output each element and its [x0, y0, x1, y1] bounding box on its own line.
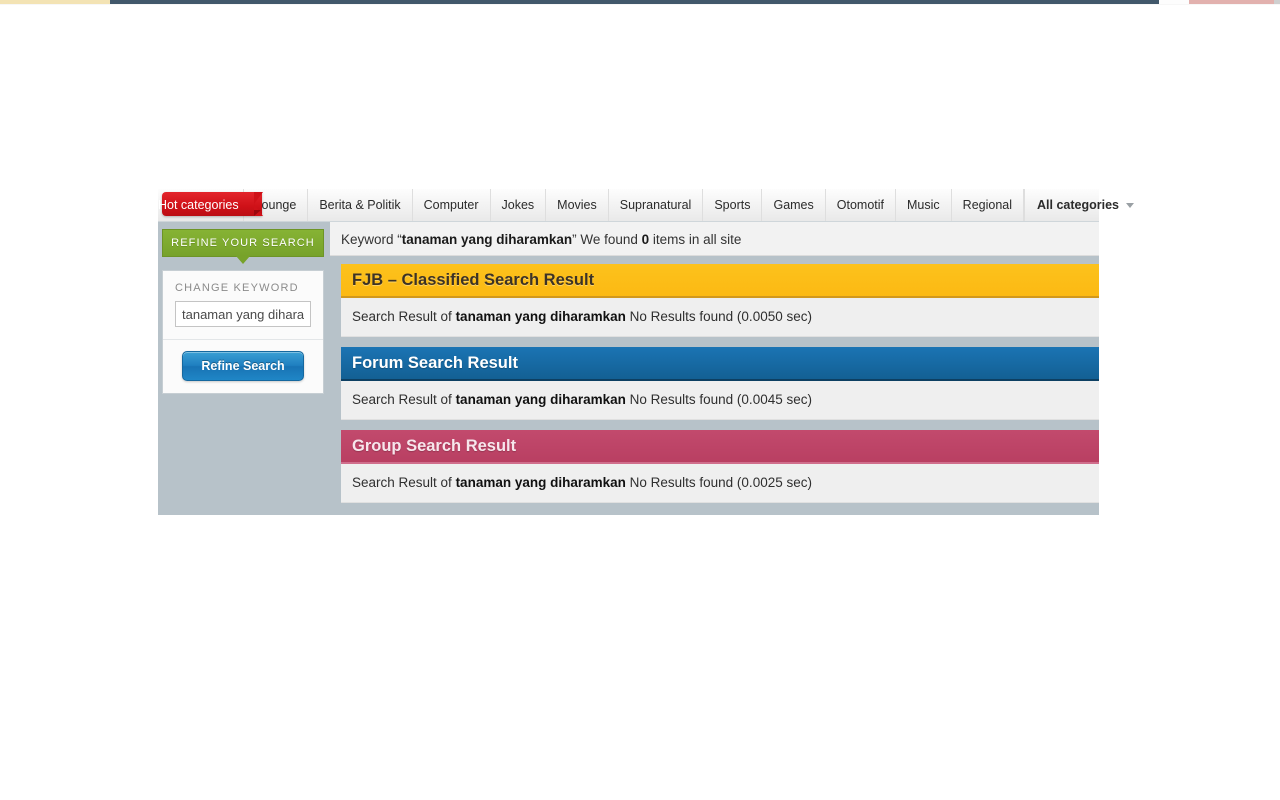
result-body-prefix: Search Result of — [352, 392, 456, 407]
nav-item-label: Computer — [423, 198, 479, 212]
result-body-keyword: tanaman yang diharamkan — [455, 475, 626, 490]
nav-item-regional[interactable]: Regional — [950, 189, 1023, 221]
refine-tab-label: REFINE YOUR SEARCH — [171, 237, 315, 249]
nav-item-movies[interactable]: Movies — [545, 189, 608, 221]
keyword-summary-middle: ” We found — [572, 232, 642, 247]
nav-item-otomotif[interactable]: Otomotif — [824, 189, 895, 221]
result-section-body: Search Result of tanaman yang diharamkan… — [341, 464, 1099, 503]
result-section-fjb: FJB – Classified Search Result Search Re… — [341, 264, 1099, 337]
nav-hot-categories-label: Hot categories — [158, 198, 239, 212]
chevron-down-icon — [1126, 202, 1134, 208]
refine-panel-footer: Refine Search — [163, 340, 323, 393]
result-body-status: No Results found (0.0045 sec) — [625, 392, 812, 407]
keyword-input[interactable] — [175, 301, 311, 327]
nav-item-jokes[interactable]: Jokes — [489, 189, 546, 221]
nav-item-label: Berita & Politik — [319, 198, 401, 212]
nav-item-games[interactable]: Games — [761, 189, 824, 221]
refine-panel-top: CHANGE KEYWORD — [163, 271, 323, 339]
result-section-title: Forum Search Result — [352, 353, 518, 372]
result-section-title: Group Search Result — [352, 436, 517, 455]
refine-panel: CHANGE KEYWORD Refine Search — [162, 270, 324, 394]
page-body: REFINE YOUR SEARCH CHANGE KEYWORD Refine… — [158, 222, 1099, 515]
refine-tab-pointer-icon — [236, 256, 250, 264]
result-body-status: No Results found (0.0050 sec) — [625, 309, 812, 324]
hot-categories-ribbon-fold — [254, 210, 261, 216]
nav-item-music[interactable]: Music — [895, 189, 951, 221]
nav-item-computer[interactable]: Computer — [411, 189, 490, 221]
nav-item-label: Regional — [962, 198, 1013, 212]
all-categories-label: All categories — [1037, 198, 1119, 212]
nav-item-label: Games — [773, 198, 814, 212]
result-body-keyword: tanaman yang diharamkan — [455, 309, 626, 324]
result-section-header: Forum Search Result — [341, 347, 1099, 381]
refine-sidebar: REFINE YOUR SEARCH CHANGE KEYWORD Refine… — [158, 222, 330, 515]
result-section-header: Group Search Result — [341, 430, 1099, 464]
category-navbar: Hot categories Lounge Berita & Politik C… — [158, 189, 1134, 222]
nav-item-label: Otomotif — [836, 198, 885, 212]
refine-search-button[interactable]: Refine Search — [182, 351, 304, 381]
result-sections: FJB – Classified Search Result Search Re… — [330, 256, 1099, 503]
keyword-summary-keyword: tanaman yang diharamkan — [401, 232, 573, 247]
nav-item-sports[interactable]: Sports — [702, 189, 761, 221]
nav-item-supranatural[interactable]: Supranatural — [607, 189, 703, 221]
change-keyword-label: CHANGE KEYWORD — [175, 282, 299, 294]
result-body-prefix: Search Result of — [352, 309, 456, 324]
result-section-body: Search Result of tanaman yang diharamkan… — [341, 381, 1099, 420]
nav-item-label: Supranatural — [619, 198, 692, 212]
keyword-summary-suffix: items in all site — [649, 232, 742, 247]
keyword-summary-bar: Keyword “tanaman yang diharamkan” We fou… — [330, 222, 1099, 256]
search-results-main: Keyword “tanaman yang diharamkan” We fou… — [330, 222, 1099, 515]
nav-item-hot-categories[interactable]: Hot categories — [158, 189, 263, 221]
result-body-status: No Results found (0.0025 sec) — [625, 475, 812, 490]
nav-item-label: Music — [907, 198, 940, 212]
nav-item-label: Sports — [714, 198, 751, 212]
nav-item-berita-politik[interactable]: Berita & Politik — [307, 189, 411, 221]
result-section-header: FJB – Classified Search Result — [341, 264, 1099, 298]
nav-item-all-categories[interactable]: All categories — [1024, 189, 1146, 221]
result-body-keyword: tanaman yang diharamkan — [455, 392, 626, 407]
result-section-group: Group Search Result Search Result of tan… — [341, 430, 1099, 503]
refine-your-search-tab[interactable]: REFINE YOUR SEARCH — [162, 229, 324, 264]
page-viewport: Hot categories Lounge Berita & Politik C… — [0, 0, 1280, 800]
top-hairline — [0, 4, 1280, 5]
result-body-prefix: Search Result of — [352, 475, 456, 490]
result-section-title: FJB – Classified Search Result — [352, 270, 595, 289]
nav-item-label: Movies — [557, 198, 597, 212]
nav-item-label: Jokes — [501, 198, 535, 212]
result-section-body: Search Result of tanaman yang diharamkan… — [341, 298, 1099, 337]
site-container: Hot categories Lounge Berita & Politik C… — [158, 189, 1134, 515]
keyword-summary-prefix: Keyword “ — [341, 232, 402, 247]
result-section-forum: Forum Search Result Search Result of tan… — [341, 347, 1099, 420]
